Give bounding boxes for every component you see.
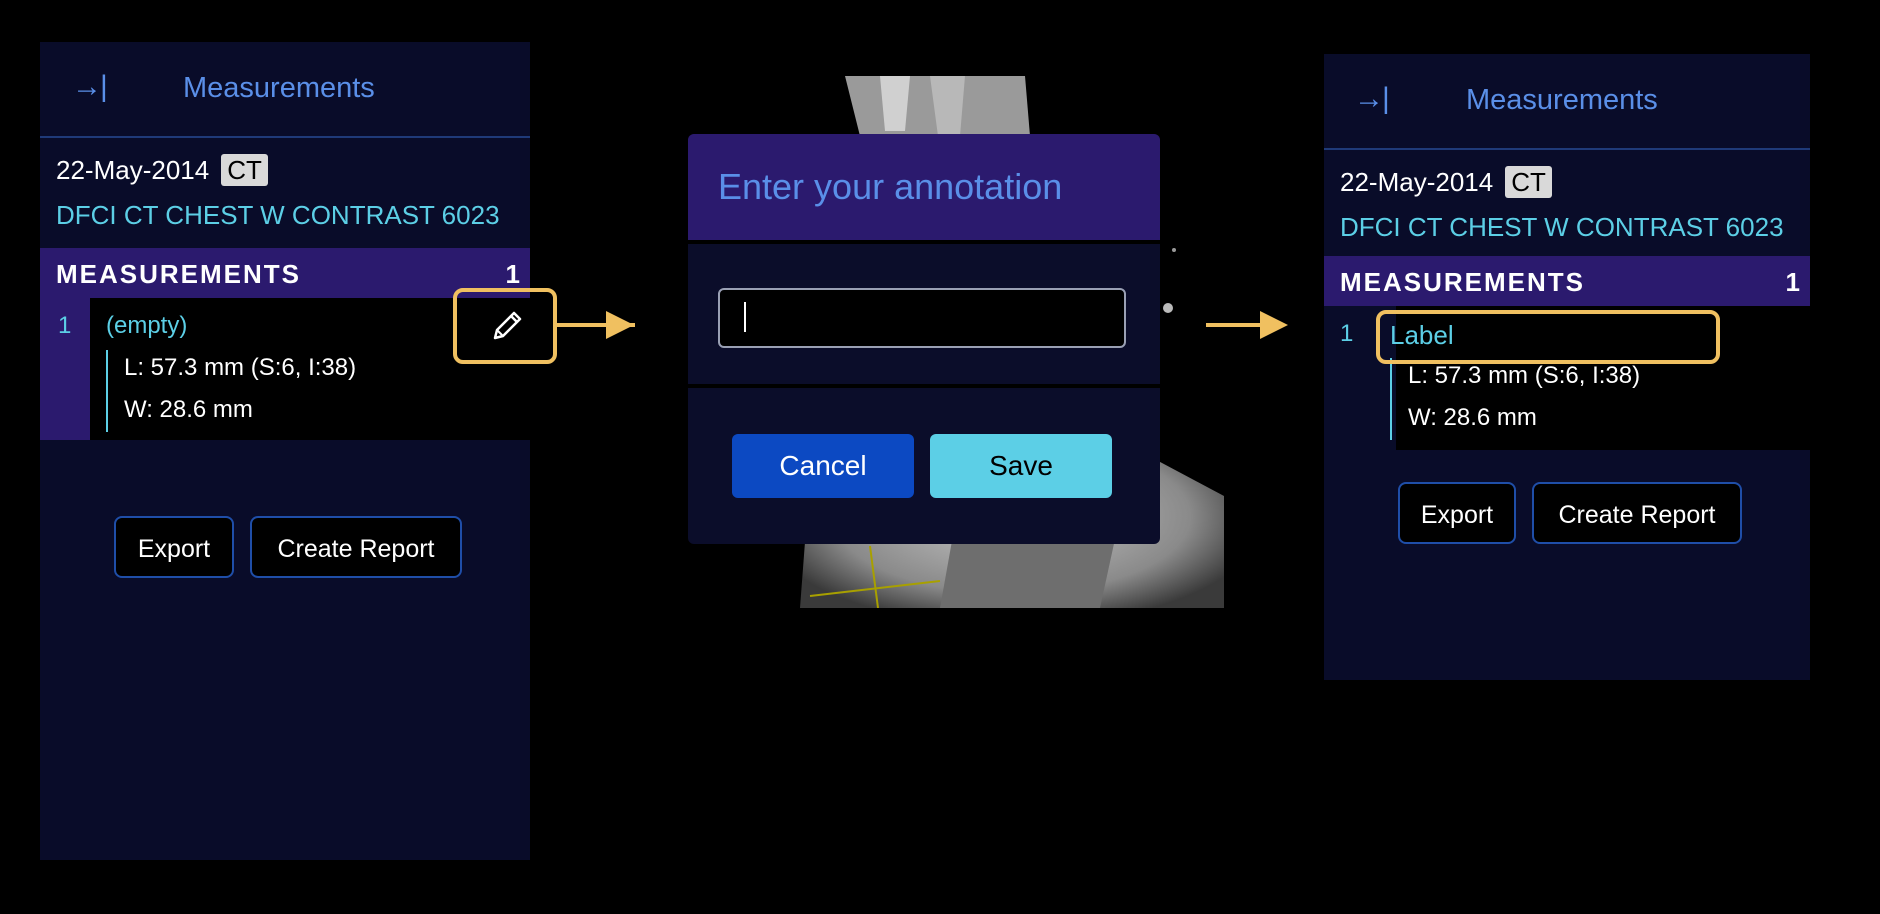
export-button[interactable]: Export bbox=[114, 516, 234, 578]
section-title: MEASUREMENTS bbox=[1340, 267, 1586, 297]
pencil-icon[interactable] bbox=[487, 306, 527, 346]
collapse-panel-icon[interactable]: →| bbox=[1354, 84, 1390, 114]
study-date-row: 22-May-2014 CT bbox=[56, 154, 268, 186]
edit-highlight bbox=[453, 288, 557, 364]
measurement-width: W: 28.6 mm bbox=[1408, 404, 1537, 431]
panel-title: Measurements bbox=[1466, 84, 1658, 116]
collapse-panel-icon[interactable]: →| bbox=[72, 72, 108, 102]
modality-badge: CT bbox=[1505, 166, 1552, 198]
study-description: DFCI CT CHEST W CONTRAST 6023 bbox=[56, 200, 500, 230]
dialog-body bbox=[688, 240, 1160, 388]
flow-arrow-2-line bbox=[1206, 323, 1266, 327]
annotation-input[interactable] bbox=[718, 288, 1126, 348]
section-count: 1 bbox=[1785, 267, 1800, 297]
measurement-index: 1 bbox=[1340, 320, 1354, 347]
panel-actions: Export Create Report bbox=[40, 516, 530, 580]
export-button[interactable]: Export bbox=[1398, 482, 1516, 544]
measurements-section-header: MEASUREMENTS 1 bbox=[1324, 256, 1810, 306]
panel-header: →| Measurements bbox=[40, 42, 530, 138]
text-cursor bbox=[744, 302, 746, 332]
dialog-footer: Cancel Save bbox=[688, 388, 1160, 544]
measurement-index-column: 1 bbox=[40, 298, 90, 440]
panel-actions: Export Create Report bbox=[1324, 482, 1810, 546]
measurement-index: 1 bbox=[58, 312, 72, 339]
study-date: 22-May-2014 bbox=[1340, 167, 1494, 197]
label-highlight bbox=[1376, 310, 1720, 364]
section-title: MEASUREMENTS bbox=[56, 259, 302, 289]
measurement-label: (empty) bbox=[106, 312, 188, 339]
section-count: 1 bbox=[505, 259, 520, 289]
cancel-button[interactable]: Cancel bbox=[732, 434, 914, 498]
measurements-panel-after: →| Measurements 22-May-2014 CT DFCI CT CH… bbox=[1324, 54, 1810, 680]
panel-header: →| Measurements bbox=[1324, 54, 1810, 150]
flow-arrow-2-head bbox=[1260, 311, 1288, 339]
measurement-width: W: 28.6 mm bbox=[124, 396, 253, 423]
flow-arrow-1-head bbox=[606, 311, 634, 339]
dialog-title: Enter your annotation bbox=[718, 166, 1063, 207]
create-report-button[interactable]: Create Report bbox=[1532, 482, 1742, 544]
measurement-divider bbox=[1390, 358, 1392, 440]
annotation-dialog: Enter your annotation Cancel Save bbox=[688, 134, 1160, 544]
save-button[interactable]: Save bbox=[930, 434, 1112, 498]
measurements-panel-before: →| Measurements 22-May-2014 CT DFCI CT CH… bbox=[40, 42, 530, 860]
measurement-length: L: 57.3 mm (S:6, I:38) bbox=[124, 354, 357, 381]
measurement-divider bbox=[106, 350, 108, 432]
create-report-button[interactable]: Create Report bbox=[250, 516, 462, 578]
study-date-row: 22-May-2014 CT bbox=[1340, 166, 1552, 198]
modality-badge: CT bbox=[221, 154, 268, 186]
dialog-header: Enter your annotation bbox=[688, 134, 1160, 240]
measurement-length: L: 57.3 mm (S:6, I:38) bbox=[1408, 362, 1641, 389]
panel-title: Measurements bbox=[183, 72, 375, 104]
study-date: 22-May-2014 bbox=[56, 155, 210, 185]
study-description: DFCI CT CHEST W CONTRAST 6023 bbox=[1340, 212, 1784, 242]
